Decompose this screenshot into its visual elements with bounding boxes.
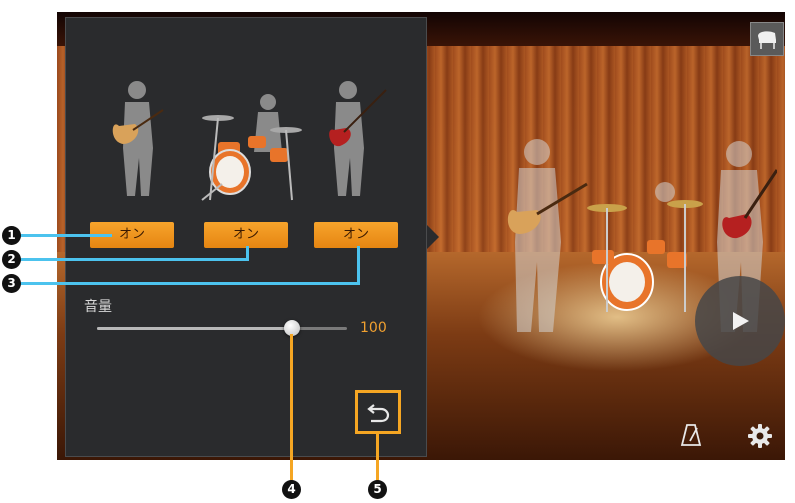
volume-slider[interactable] — [97, 327, 347, 330]
back-button[interactable] — [355, 390, 401, 434]
gear-icon[interactable] — [747, 423, 773, 449]
volume-slider-fill — [97, 327, 295, 330]
callout-number-3: 3 — [2, 274, 21, 293]
callout-line-3 — [20, 282, 360, 285]
callout-line-1 — [20, 234, 112, 237]
back-icon — [367, 404, 390, 423]
callout-number-5: 5 — [368, 480, 387, 499]
callout-line-2 — [20, 258, 248, 261]
bass-on-button[interactable]: オン — [314, 222, 398, 248]
drum-kit-image — [201, 94, 302, 201]
piano-icon — [758, 31, 776, 49]
drums-on-button[interactable]: オン — [204, 222, 288, 248]
callout-number-2: 2 — [2, 250, 21, 269]
play-icon — [733, 312, 749, 330]
play-button[interactable] — [695, 276, 785, 366]
metronome-icon[interactable] — [680, 423, 702, 447]
volume-value: 100 — [360, 320, 387, 336]
callout-number-1: 1 — [2, 226, 21, 245]
callout-number-4: 4 — [282, 480, 301, 499]
callout-line-4 — [290, 334, 293, 484]
callout-line-5 — [376, 432, 379, 484]
piano-button[interactable] — [750, 22, 784, 56]
bass-player-image — [329, 81, 387, 196]
guitar-player-image — [112, 81, 164, 196]
volume-label: 音量 — [84, 299, 112, 315]
